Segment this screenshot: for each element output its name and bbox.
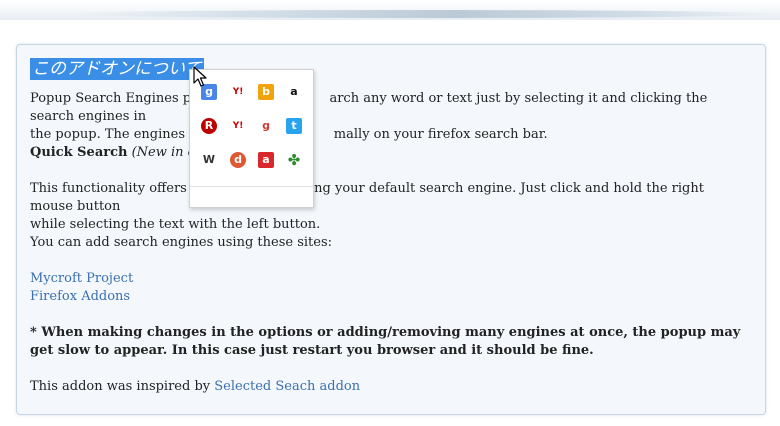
quick-desc-a: This functionality offers a q [30, 181, 212, 196]
intro-paragraph: Popup Search Engines prov arch any word o… [30, 90, 750, 144]
warning-note: * When making changes in the options or … [30, 325, 741, 358]
mycroft-project-link[interactable]: Mycroft Project [30, 270, 133, 288]
banner-glow [60, 10, 780, 18]
intro-text-line2a: the popup. The engines are [30, 127, 211, 142]
twitter-icon[interactable]: t [286, 118, 302, 134]
wikipedia-icon[interactable]: W [201, 152, 217, 168]
bing-icon[interactable]: b [258, 84, 274, 100]
intro-text-start: Popup Search Engines prov [30, 91, 213, 106]
yahoo-icon[interactable]: Y! [230, 84, 246, 100]
quick-desc-line2: while selecting the text with the left b… [30, 217, 321, 232]
inspired-by-line: This addon was inspired by Selected Seac… [30, 378, 360, 396]
duckduckgo-icon[interactable]: d [230, 152, 246, 168]
firefox-addons-link[interactable]: Firefox Addons [30, 288, 130, 306]
intro-text-line2b: mally on your firefox search bar. [333, 127, 548, 142]
quick-search-description: This functionality offers a q ng your def… [30, 180, 750, 234]
kakaku-icon[interactable]: a [258, 152, 274, 168]
amazon-icon[interactable]: a [286, 84, 302, 100]
mouse-cursor-icon [193, 66, 207, 87]
section-heading: このアドオンについて [30, 58, 204, 80]
search-engine-popup: g Y! b a R Y! g t Wd a ✤ [189, 69, 314, 208]
add-engines-text: You can add search engines using these s… [30, 235, 332, 250]
puzzle-icon[interactable]: ✤ [286, 152, 302, 168]
selected-search-link[interactable]: Selected Seach addon [214, 379, 360, 394]
goo-icon[interactable]: g [258, 118, 274, 134]
quick-search-label: Quick Search [30, 145, 128, 160]
yahoo-japan-icon[interactable]: Y! [230, 118, 246, 134]
top-banner [0, 0, 780, 20]
quick-search-heading: Quick Search (New in o.2 [30, 144, 208, 162]
inspired-prefix: This addon was inspired by [30, 379, 215, 394]
rakuten-icon[interactable]: R [201, 118, 217, 134]
popup-separator [190, 186, 313, 187]
